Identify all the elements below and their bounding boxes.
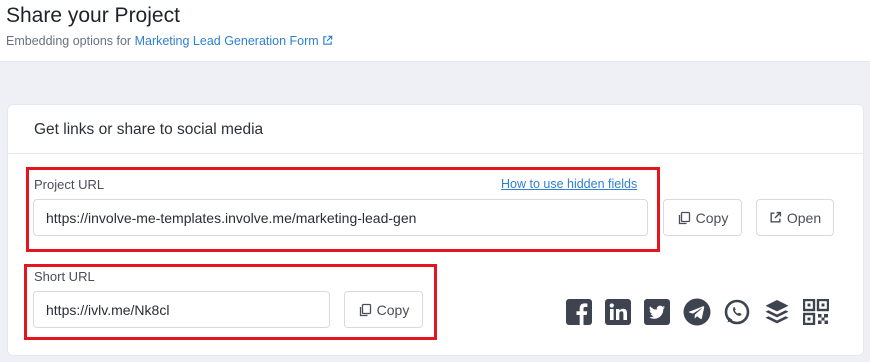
twitter-icon[interactable]	[643, 298, 671, 326]
short-url-label: Short URL	[34, 269, 95, 284]
form-link-label: Marketing Lead Generation Form	[134, 34, 319, 48]
card-title: Get links or share to social media	[34, 121, 264, 138]
page-title: Share your Project	[6, 4, 180, 27]
copy-label: Copy	[376, 301, 410, 318]
copy-label: Copy	[695, 209, 729, 226]
buffer-icon[interactable]	[763, 298, 791, 326]
copy-project-url-button[interactable]: Copy	[663, 199, 742, 236]
whatsapp-icon[interactable]	[723, 298, 751, 326]
copy-icon	[678, 211, 690, 224]
open-project-url-button[interactable]: Open	[756, 199, 834, 236]
telegram-icon[interactable]	[683, 298, 711, 326]
page-subtitle: Embedding options for Marketing Lead Gen…	[6, 34, 333, 48]
short-url-field[interactable]	[33, 291, 330, 328]
external-link-icon	[322, 35, 332, 45]
linkedin-icon[interactable]	[604, 298, 632, 326]
copy-short-url-button[interactable]: Copy	[344, 291, 423, 328]
hidden-fields-help-link[interactable]: How to use hidden fields	[501, 177, 637, 191]
subtitle-prefix: Embedding options for	[6, 34, 132, 48]
external-link-icon	[770, 211, 781, 223]
card-header: Get links or share to social media	[8, 105, 863, 154]
qr-code-icon[interactable]	[802, 298, 830, 326]
copy-icon	[359, 303, 371, 316]
page-header: Share your Project Embedding options for…	[0, 0, 870, 62]
form-link[interactable]: Marketing Lead Generation Form	[135, 34, 333, 48]
facebook-icon[interactable]	[565, 298, 593, 326]
project-url-field[interactable]	[33, 199, 648, 236]
project-url-label: Project URL	[34, 177, 105, 192]
open-label: Open	[786, 209, 822, 226]
